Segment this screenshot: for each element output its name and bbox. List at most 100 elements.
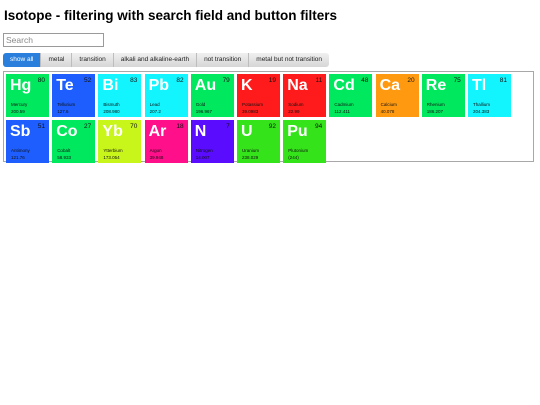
element-tile[interactable]: Te 52 Tellurium 127.6 [52,74,96,117]
element-weight: 200.59 [11,109,25,114]
element-number: 27 [83,122,92,130]
element-symbol: K [241,77,253,94]
element-name: Cadmium [334,102,354,107]
element-name: Mercury [11,102,28,107]
element-name: Calcium [380,102,397,107]
element-tile[interactable]: Sb 51 Antimony 121.76 [6,119,49,163]
page: Isotope - filtering with search field an… [0,0,540,405]
element-weight: 39.0983 [242,109,259,114]
element-tile[interactable]: Re 75 Rhenium 186.207 [421,74,465,117]
element-symbol: Ar [148,122,167,140]
element-weight: 186.207 [426,109,444,114]
element-tile[interactable]: Ar 18 Argon 39.948 [144,119,188,163]
element-symbol: Re [425,77,447,94]
element-number: 81 [499,77,507,84]
element-tile[interactable]: Cd 48 Cadmium 112.411 [329,74,373,117]
element-weight: 39.948 [149,154,164,160]
element-tile[interactable]: Au 79 Gold 196.967 [190,74,234,117]
element-number: 82 [176,77,184,84]
element-symbol: Na [287,77,308,94]
element-tile[interactable]: Tl 81 Thallium 204.383 [468,74,511,117]
element-name: Plutonium [288,147,309,153]
element-name: Argon [149,147,162,153]
element-weight: 127.6 [57,109,69,114]
filter-button-not-transition[interactable]: not transition [197,53,250,67]
element-name: Uranium [242,147,260,153]
element-name: Lead [149,102,160,107]
element-symbol: Co [56,122,78,140]
element-name: Rhenium [426,102,445,107]
element-number: 51 [37,122,45,130]
element-number: 70 [130,122,138,130]
element-symbol: N [194,122,207,140]
element-tile[interactable]: Hg 80 Mercury 200.59 [6,74,49,117]
element-number: 48 [361,77,369,84]
filter-button-metal[interactable]: metal [41,53,73,67]
element-tile[interactable]: K 19 Potassium 39.0983 [237,74,280,117]
element-tile[interactable]: Bi 83 Bismuth 208.980 [98,74,142,117]
element-name: Tellurium [57,102,76,107]
element-tile[interactable]: U 92 Uranium 238.029 [237,119,280,163]
element-weight: 14.007 [195,154,210,160]
element-number: 92 [268,122,276,130]
element-weight: 173.054 [103,154,120,160]
element-symbol: Tl [472,77,487,94]
element-tile[interactable]: Pu 94 Plutonium (244) [283,119,327,163]
element-number: 7 [226,122,230,130]
element-symbol: Te [56,77,74,94]
element-weight: 207.2 [149,109,161,114]
element-name: Thallium [473,102,491,107]
element-tile[interactable]: N 7 Nitrogen 14.007 [190,119,234,163]
element-symbol: Hg [10,77,32,94]
element-name: Cobalt [57,147,71,153]
element-name: Potassium [242,102,264,107]
element-symbol: Pb [148,77,170,94]
element-symbol: Ca [379,77,401,94]
element-symbol: Cd [333,77,355,94]
element-name: Ytterbium [103,147,123,153]
element-name: Sodium [288,102,304,107]
element-grid: Hg 80 Mercury 200.59 Te 52 Tellurium 127.6 Bi 83 B… [3,71,534,163]
element-weight: 121.76 [11,154,25,160]
element-symbol: Au [194,77,217,94]
element-name: Bismuth [103,102,120,107]
element-weight: 40.078 [380,109,395,114]
element-number: 83 [130,77,138,84]
element-weight: 204.383 [473,109,490,114]
element-number: 75 [453,77,461,84]
element-tile[interactable]: Yb 70 Ytterbium 173.054 [98,119,142,163]
element-weight: 238.029 [242,154,259,160]
element-symbol: Bi [102,77,119,94]
element-weight: 22.99 [288,109,300,114]
element-tile[interactable]: Co 27 Cobalt 58.933 [52,119,96,163]
filter-button-group: show all metal transition alkali and alkali… [3,53,330,67]
element-weight: 208.980 [103,109,120,114]
element-weight: 58.933 [57,154,71,160]
element-number: 52 [83,77,92,84]
element-symbol: Yb [102,122,123,140]
element-name: Gold [195,102,206,107]
element-symbol: U [241,122,253,140]
element-tile[interactable]: Pb 82 Lead 207.2 [144,74,188,117]
filter-button-metal-but-not-transition[interactable]: metal but not transition [249,53,330,67]
element-name: Nitrogen [195,147,213,153]
element-weight: 196.967 [195,109,213,114]
element-tile[interactable]: Na 11 Sodium 22.99 [283,74,327,117]
element-number: 11 [315,77,323,84]
filter-button-show-all[interactable]: show all [3,53,42,67]
filter-button-alkali-and-alkaline-earth[interactable]: alkali and alkaline-earth [113,53,198,67]
element-symbol: Pu [287,122,308,140]
element-number: 20 [407,77,415,84]
search-input[interactable] [3,33,104,47]
element-tile[interactable]: Ca 20 Calcium 40.078 [375,74,419,117]
element-number: 18 [176,122,184,130]
filter-button-transition[interactable]: transition [72,53,114,67]
element-symbol: Sb [10,122,31,140]
element-number: 94 [314,122,323,130]
page-title: Isotope - filtering with search field an… [4,8,338,23]
element-number: 80 [37,77,45,84]
element-weight: 112.411 [334,109,350,114]
element-number: 19 [268,77,276,84]
element-name: Antimony [11,147,30,153]
element-weight: (244) [288,154,299,160]
